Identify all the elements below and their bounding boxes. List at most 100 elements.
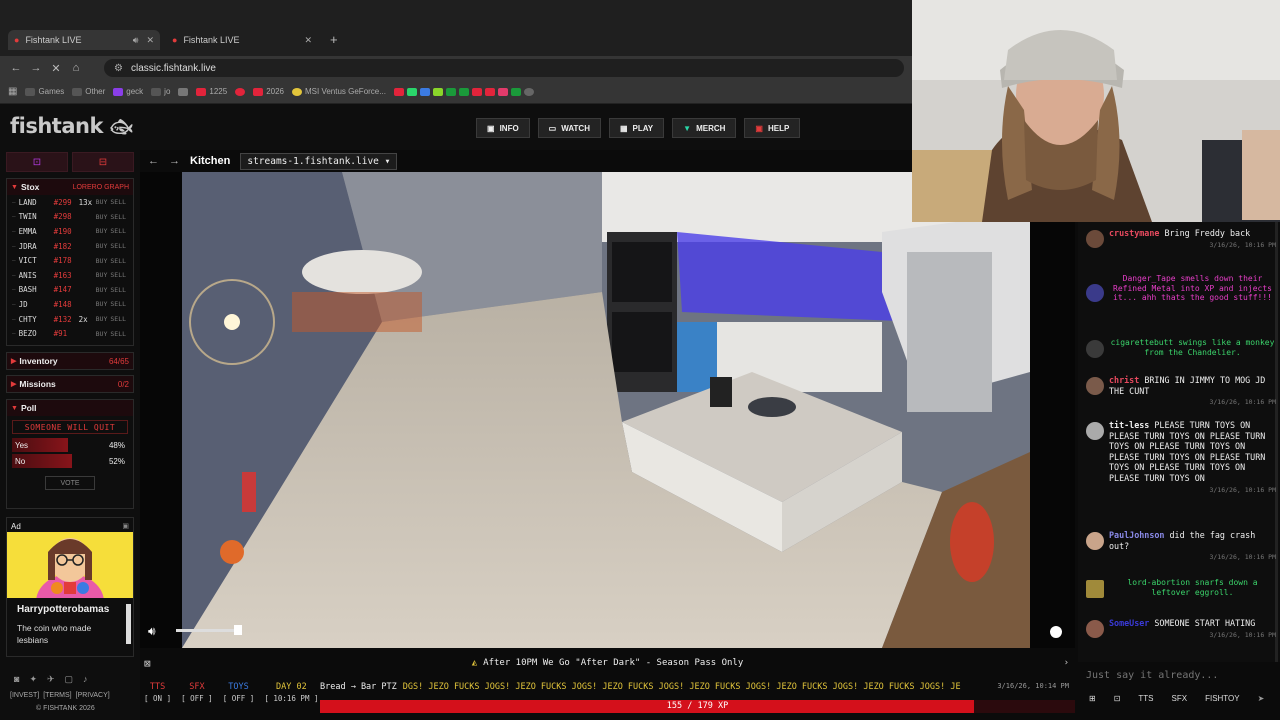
ad-scrollbar[interactable] <box>126 604 131 644</box>
bookmark-1225[interactable]: 1225 <box>196 87 227 96</box>
tiktok-icon[interactable]: ♪ <box>83 674 88 685</box>
info-button[interactable]: ▣ INFO <box>476 118 530 138</box>
volume-icon[interactable]: 🔊︎ <box>148 624 156 639</box>
bookmark-icons-row[interactable] <box>393 87 534 96</box>
vote-button[interactable]: VOTE <box>45 476 95 490</box>
chevron-right-icon[interactable]: › <box>1064 658 1069 668</box>
sfx-button[interactable]: SFX <box>1169 692 1191 705</box>
address-bar[interactable]: ⚙ classic.fishtank.live <box>104 59 904 77</box>
emoji-icon[interactable]: ⊞ <box>1086 692 1099 705</box>
sell-button[interactable]: SELL <box>110 286 126 294</box>
close-icon[interactable]: ⊠ <box>144 657 151 670</box>
merch-button[interactable]: ▼ MERCH <box>672 118 737 138</box>
stox-ticker: BEZO <box>18 329 37 339</box>
inventory-panel[interactable]: ▶ Inventory 64/65 <box>6 352 134 370</box>
send-icon[interactable]: ➤ <box>1255 692 1268 705</box>
item-icon[interactable]: ⊡ <box>1111 692 1124 705</box>
prev-room-icon[interactable]: ← <box>148 155 159 167</box>
back-icon[interactable]: ← <box>6 62 26 74</box>
tts-button[interactable]: TTS <box>1135 692 1156 705</box>
fishtoy-button[interactable]: FISHTOY <box>1202 692 1243 705</box>
buy-button[interactable]: BUY <box>96 242 108 250</box>
apps-icon[interactable]: ▦ <box>8 86 17 97</box>
sfx-toggle[interactable]: SFX[ OFF ] <box>181 682 213 712</box>
site-info-icon[interactable]: ⚙ <box>114 63 123 74</box>
missions-header[interactable]: ▶ Missions 0/2 <box>7 376 133 392</box>
buy-button[interactable]: BUY <box>96 315 108 323</box>
kick-icon[interactable]: ✈︎ <box>47 674 55 685</box>
buy-button[interactable]: BUY <box>96 227 108 235</box>
bookmark-2026[interactable]: 2026 <box>253 87 284 96</box>
sell-button[interactable]: SELL <box>110 198 126 206</box>
buy-button[interactable]: BUY <box>96 330 108 338</box>
volume-slider[interactable] <box>176 629 236 632</box>
stox-multiplier: 2x <box>78 314 88 324</box>
toys-toggle[interactable]: TOYS[ OFF ] <box>223 682 255 712</box>
watch-button[interactable]: ▭ WATCH <box>537 118 601 138</box>
home-icon[interactable]: ⌂ <box>66 62 86 74</box>
avatar[interactable] <box>1086 230 1104 248</box>
buy-button[interactable]: BUY <box>96 271 108 279</box>
volume-slider-handle[interactable] <box>234 625 242 635</box>
avatar[interactable] <box>1086 532 1104 550</box>
missions-panel[interactable]: ▶ Missions 0/2 <box>6 375 134 393</box>
privacy-link[interactable]: [PRIVACY] <box>76 692 110 699</box>
buy-button[interactable]: BUY <box>96 286 108 294</box>
bookmark-red[interactable] <box>235 87 246 96</box>
reload-icon[interactable]: ✕ <box>46 62 66 75</box>
browser-tab-active[interactable]: ● Fishtank LIVE 🔊︎ ✕ <box>8 30 160 50</box>
new-tab-button[interactable]: + <box>330 32 338 47</box>
ad-info-icon[interactable]: ▣ <box>122 522 129 530</box>
stream-source-select[interactable]: streams-1.fishtank.live ▾ <box>240 152 398 170</box>
sell-button[interactable]: SELL <box>110 271 126 279</box>
bookmark-games[interactable]: Games <box>25 87 64 96</box>
buy-button[interactable]: BUY <box>96 257 108 265</box>
video-player[interactable]: 🔊︎ <box>140 172 1075 648</box>
ad-title[interactable]: Harrypotterobamas <box>17 604 109 615</box>
avatar[interactable] <box>1086 620 1104 638</box>
stox-header[interactable]: ▼ Stox LORERO GRAPH <box>7 179 133 195</box>
avatar[interactable] <box>1086 377 1104 395</box>
tts-toggle[interactable]: TTS[ ON ] <box>144 682 171 712</box>
bookmark-geck[interactable]: geck <box>113 87 143 96</box>
sidebar-tab-camera[interactable]: ⊟ <box>72 152 134 172</box>
bookmark-msi[interactable]: MSI Ventus GeForce... <box>292 87 386 96</box>
discord-icon[interactable]: ◙ <box>14 674 19 685</box>
close-icon[interactable]: ✕ <box>304 35 312 46</box>
poll-option-yes[interactable]: Yes 48% <box>12 438 128 452</box>
play-button[interactable]: ▦ PLAY <box>608 118 665 138</box>
help-button[interactable]: ▣ HELP <box>744 118 801 138</box>
invest-link[interactable]: [INVEST] <box>10 692 39 699</box>
stox-links[interactable]: LORERO GRAPH <box>73 184 129 191</box>
terms-link[interactable]: [TERMS] <box>43 692 71 699</box>
twitter-icon[interactable]: ✦ <box>29 674 37 685</box>
close-icon[interactable]: ✕ <box>146 35 154 46</box>
avatar[interactable] <box>1086 422 1104 440</box>
poll-option-no[interactable]: No 52% <box>12 454 128 468</box>
instagram-icon[interactable]: ▢ <box>65 674 74 685</box>
poll-header[interactable]: ▼ Poll <box>7 400 133 416</box>
sidebar-tab-twitch[interactable]: ⊡ <box>6 152 68 172</box>
browser-tab[interactable]: ● Fishtank LIVE ✕ <box>166 30 318 50</box>
ad-image[interactable] <box>7 532 133 598</box>
next-room-icon[interactable]: → <box>169 155 180 167</box>
sell-button[interactable]: SELL <box>110 257 126 265</box>
forward-icon[interactable]: → <box>26 62 46 74</box>
buy-button[interactable]: BUY <box>96 198 108 206</box>
kitchen-camera-feed[interactable] <box>182 172 1030 648</box>
bookmark-jo[interactable]: jo <box>151 87 170 96</box>
fullscreen-toggle[interactable] <box>1050 626 1062 638</box>
sell-button[interactable]: SELL <box>110 300 126 308</box>
bookmark-icon-only[interactable] <box>178 87 189 96</box>
inventory-header[interactable]: ▶ Inventory 64/65 <box>7 353 133 369</box>
bookmark-other[interactable]: Other <box>72 87 105 96</box>
chat-input[interactable] <box>1078 664 1280 686</box>
sell-button[interactable]: SELL <box>110 242 126 250</box>
sell-button[interactable]: SELL <box>110 315 126 323</box>
buy-button[interactable]: BUY <box>96 300 108 308</box>
fishtank-logo[interactable]: fishtank 🐟︎ <box>10 114 133 138</box>
sell-button[interactable]: SELL <box>110 227 126 235</box>
sell-button[interactable]: SELL <box>110 213 126 221</box>
sell-button[interactable]: SELL <box>110 330 126 338</box>
buy-button[interactable]: BUY <box>96 213 108 221</box>
